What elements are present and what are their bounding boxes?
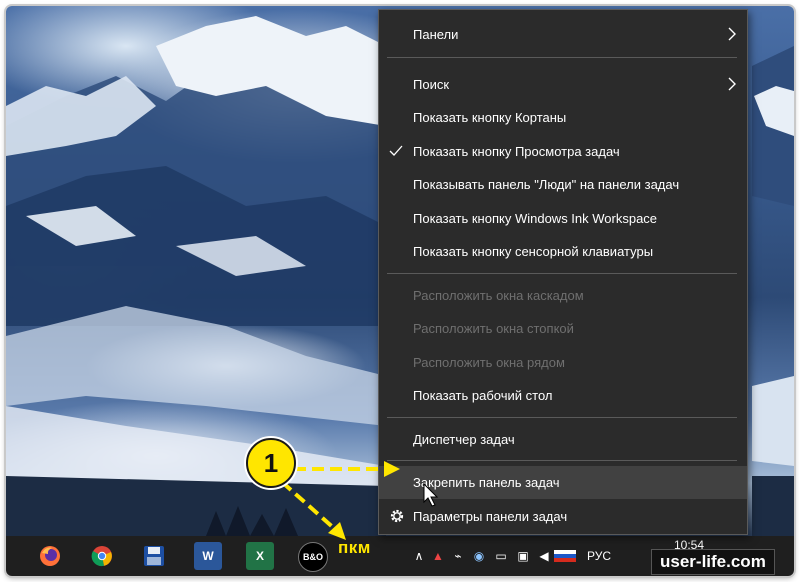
step-number-badge: 1 xyxy=(246,438,296,488)
right-click-label: пкм xyxy=(338,538,371,557)
annotation-arrows xyxy=(280,461,439,540)
watermark-logo: user-life.com xyxy=(651,549,775,575)
